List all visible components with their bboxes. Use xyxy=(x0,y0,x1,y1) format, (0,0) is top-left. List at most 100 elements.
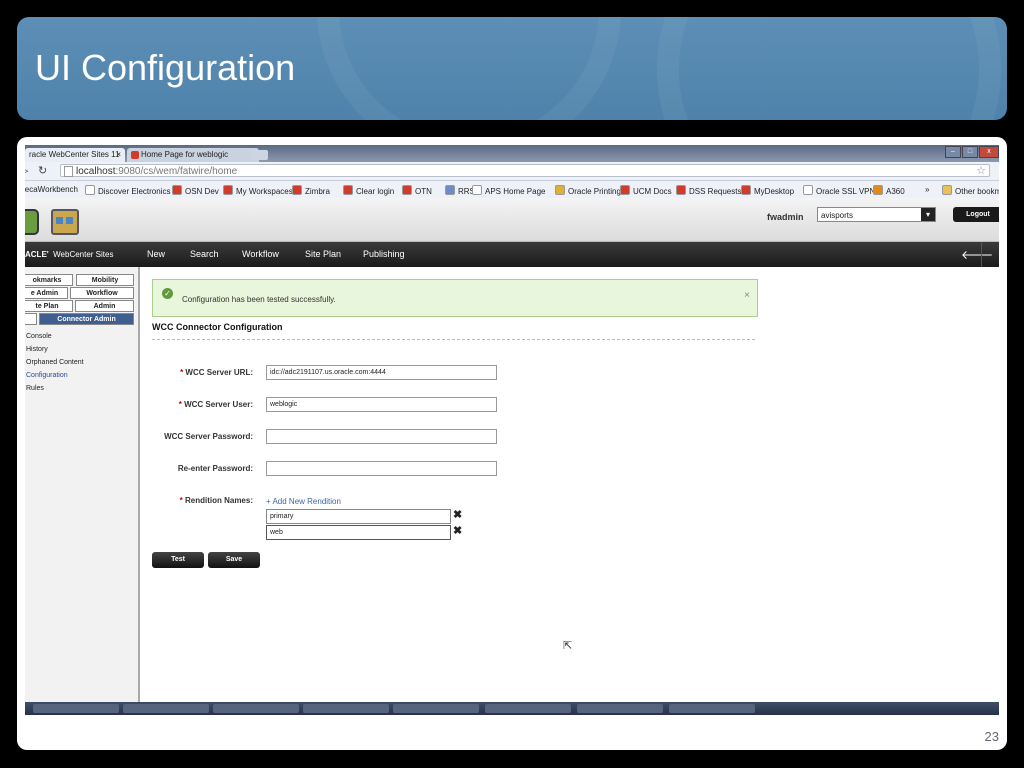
forward-icon[interactable]: ▹ xyxy=(25,164,29,177)
close-icon[interactable]: × xyxy=(116,148,121,162)
tab-site-plan[interactable]: te Plan xyxy=(25,300,73,312)
contributor-icon[interactable] xyxy=(51,209,79,235)
bookmark-item[interactable]: APS Home Page xyxy=(472,185,545,196)
test-button[interactable]: Test xyxy=(152,552,204,568)
bookmark-label: A360 xyxy=(886,187,905,196)
save-button[interactable]: Save xyxy=(208,552,260,568)
window-close-icon[interactable]: x xyxy=(979,146,999,158)
decor-ring xyxy=(317,17,621,120)
url-field[interactable]: localhost:9080/cs/wem/fatwire/home ☆ xyxy=(60,164,990,177)
bookmark-item[interactable]: A360 xyxy=(873,185,905,196)
wcc-password-input[interactable] xyxy=(266,429,497,444)
bookmark-item[interactable]: lecaWorkbench xyxy=(25,185,78,194)
tab-admin[interactable]: Admin xyxy=(75,300,134,312)
browser-tabstrip: racle WebCenter Sites 11 × Home Page for… xyxy=(25,145,999,162)
bookmark-item[interactable]: My Workspaces xyxy=(223,185,293,196)
bookmark-label: Other bookm xyxy=(955,187,999,196)
field-label: WCC Server URL: xyxy=(185,368,253,377)
workspace-icon xyxy=(223,185,233,195)
menu-workflow[interactable]: Workflow xyxy=(242,249,279,259)
wcc-password-label: WCC Server Password: xyxy=(164,432,253,441)
reenter-password-label: Re-enter Password: xyxy=(177,464,253,473)
remove-icon[interactable]: ✖ xyxy=(453,524,462,537)
bookmark-label: UCM Docs xyxy=(633,187,672,196)
site-select[interactable]: avisports ▾ xyxy=(817,207,936,222)
remove-icon[interactable]: ✖ xyxy=(453,508,462,521)
bookmark-item[interactable]: MyDesktop xyxy=(741,185,794,196)
browser-tab-weblogic[interactable]: Home Page for weblogic × xyxy=(127,148,259,162)
bookmark-item[interactable]: Zimbra xyxy=(292,185,330,196)
bookmark-label: Discover Electronics xyxy=(98,187,171,196)
wcc-url-input[interactable]: idc://adc2191107.us.oracle.com:4444 xyxy=(266,365,497,380)
bookmark-item[interactable]: OTN xyxy=(402,185,432,196)
menu-new[interactable]: New xyxy=(147,249,165,259)
bookmark-label: lecaWorkbench xyxy=(25,185,78,194)
bookmark-label: Clear login xyxy=(356,187,395,196)
bookmark-item[interactable]: UCM Docs xyxy=(620,185,672,196)
menu-bar: ACLE' WebCenter Sites New Search Workflo… xyxy=(25,242,999,267)
bookmark-item[interactable]: OSN Dev xyxy=(172,185,219,196)
bookmark-label: OSN Dev xyxy=(185,187,219,196)
print-icon xyxy=(555,185,565,195)
tab-workflow[interactable]: Workflow xyxy=(70,287,134,299)
mouse-cursor-icon: ⇱ xyxy=(563,640,573,652)
back-arrow-icon[interactable]: 🡐 xyxy=(961,247,993,262)
tab-bookmarks[interactable]: okmarks xyxy=(25,274,73,286)
sidebar-item-console[interactable]: Console xyxy=(26,333,52,340)
menu-search[interactable]: Search xyxy=(190,249,219,259)
rendition-input[interactable]: primary xyxy=(266,509,451,524)
sidebar-item-orphaned-content[interactable]: Orphaned Content xyxy=(26,359,84,366)
bookmark-item[interactable]: Oracle Printing xyxy=(555,185,621,196)
section-title: WCC Connector Configuration xyxy=(152,322,283,332)
bookmark-label: Oracle Printing xyxy=(568,187,621,196)
tab-site-admin[interactable]: e Admin xyxy=(25,287,68,299)
bookmark-item[interactable]: Clear login xyxy=(343,185,394,196)
menu-site-plan[interactable]: Site Plan xyxy=(305,249,341,259)
url-path: :9080/cs/wem/fatwire/home xyxy=(115,166,238,177)
username: fwadmin xyxy=(767,212,804,222)
page-icon xyxy=(803,185,813,195)
bookmark-item[interactable]: Discover Electronics xyxy=(85,185,170,196)
tab-blank[interactable] xyxy=(25,313,37,325)
address-bar-row: ▹ ↻ localhost:9080/cs/wem/fatwire/home ☆ xyxy=(25,162,999,181)
rendition-names-label: * Rendition Names: xyxy=(53,496,253,505)
reload-icon[interactable]: ↻ xyxy=(38,164,47,177)
new-tab-button[interactable] xyxy=(250,150,268,160)
minimize-icon[interactable]: – xyxy=(945,146,961,158)
app-switcher-icon[interactable] xyxy=(25,209,39,235)
rendition-input[interactable]: web xyxy=(266,525,451,540)
globe-icon xyxy=(172,185,182,195)
oracle-icon xyxy=(676,185,686,195)
required-marker: * xyxy=(178,400,182,409)
maximize-icon[interactable]: □ xyxy=(962,146,978,158)
oracle-icon xyxy=(131,151,139,159)
menu-publishing[interactable]: Publishing xyxy=(363,249,405,259)
url-host: localhost xyxy=(76,166,116,177)
reenter-password-input[interactable] xyxy=(266,461,497,476)
slide-number: 23 xyxy=(984,729,999,744)
chevron-down-icon[interactable]: ▾ xyxy=(921,208,935,221)
sidebar-item-history[interactable]: History xyxy=(26,346,48,353)
sidebar-item-rules[interactable]: Rules xyxy=(26,385,44,392)
tab-connector-admin[interactable]: Connector Admin xyxy=(39,313,134,325)
tab-label: racle WebCenter Sites 11 xyxy=(29,150,120,159)
logout-button[interactable]: Logout xyxy=(953,207,999,222)
bookmark-item[interactable]: DSS Requests xyxy=(676,185,741,196)
close-icon[interactable]: × xyxy=(744,290,750,301)
browser-tab-webcenter[interactable]: racle WebCenter Sites 11 × xyxy=(25,148,125,162)
brand: ACLE' WebCenter Sites xyxy=(25,250,113,259)
add-rendition-link[interactable]: + Add New Rendition xyxy=(266,497,341,506)
table-icon xyxy=(445,185,455,195)
bookmark-label: » xyxy=(925,185,930,194)
bookmark-item[interactable]: RRS xyxy=(445,185,475,196)
bookmark-item[interactable]: » xyxy=(925,185,929,194)
folder-icon xyxy=(942,185,952,195)
bookmark-item[interactable]: Other bookm xyxy=(942,185,999,196)
oracle-icon xyxy=(620,185,630,195)
tab-mobility[interactable]: Mobility xyxy=(76,274,134,286)
sidebar: okmarks Mobility e Admin Workflow te Pla… xyxy=(25,267,140,702)
wcc-user-input[interactable]: weblogic xyxy=(266,397,497,412)
success-notice: ✓ Configuration has been tested successf… xyxy=(152,279,758,317)
star-icon[interactable]: ☆ xyxy=(976,165,986,178)
bookmark-item[interactable]: Oracle SSL VPN xyxy=(803,185,875,196)
